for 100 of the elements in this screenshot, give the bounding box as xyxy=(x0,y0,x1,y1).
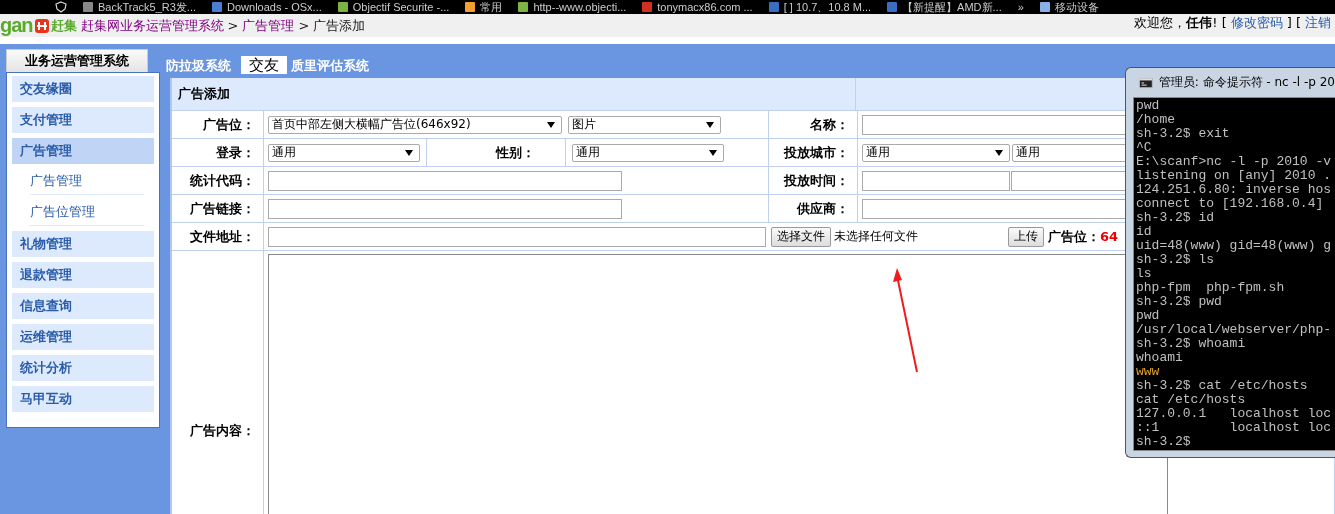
dropdown[interactable]: 通用 xyxy=(268,143,420,162)
console-line: sh-3.2$ ls xyxy=(1136,253,1215,267)
input-field[interactable] xyxy=(862,170,1010,191)
field-label: 投放城市： xyxy=(784,143,849,162)
breadcrumb-link[interactable]: 广告管理 xyxy=(242,16,295,35)
console-line: connect to [192.168.0.4] xyxy=(1136,197,1325,211)
sidebar-item[interactable]: 马甲互动 xyxy=(12,386,154,412)
field-label: 广告位： xyxy=(1048,227,1100,246)
form-title: 广告添加 xyxy=(172,78,856,110)
input-field[interactable] xyxy=(268,198,622,219)
bookmark-link[interactable]: 常用 xyxy=(465,0,503,15)
field-label: 性别： xyxy=(426,139,566,166)
bookmark-link[interactable]: » xyxy=(1017,1,1024,13)
sidebar-item[interactable]: 运维管理 xyxy=(12,324,154,350)
user-bar-text: ] [ xyxy=(1286,15,1301,30)
console-line: ls xyxy=(1136,267,1153,281)
console-line: sh-3.2$ pwd xyxy=(1136,295,1223,309)
field-label: 登录： xyxy=(216,143,255,162)
bookmark-link[interactable]: Downloads - OSx... xyxy=(212,1,322,13)
user-name: 任伟 xyxy=(1186,15,1213,30)
user-bar-text: 欢迎您， xyxy=(1134,15,1187,30)
sidebar-item[interactable]: 礼物管理 xyxy=(12,231,154,257)
sidebar-item[interactable]: 广告管理 xyxy=(12,138,154,164)
position-code: 64 xyxy=(1100,229,1119,244)
bookmark-icon xyxy=(642,2,653,12)
console-line: sh-3.2$ id xyxy=(1136,211,1215,225)
user-bar-text: ! [ xyxy=(1212,15,1227,30)
ganji-logo: gan 赶集 xyxy=(0,14,78,37)
sidebar-item[interactable]: 支付管理 xyxy=(12,107,154,133)
top-tab[interactable]: 交友 xyxy=(241,56,287,74)
bookmark-icon xyxy=(212,2,222,12)
command-prompt-dialog[interactable] xyxy=(1125,67,1335,458)
system-tab[interactable]: 业务运营管理系统 xyxy=(6,49,148,72)
caret-icon xyxy=(405,149,413,156)
console-line: pwd xyxy=(1136,309,1161,323)
field-label: 广告位： xyxy=(203,115,255,134)
field-label: 名称： xyxy=(810,115,849,134)
sidebar-item[interactable]: 退款管理 xyxy=(12,262,154,288)
console-line: id xyxy=(1136,225,1153,239)
input-field[interactable] xyxy=(268,170,622,191)
user-link[interactable]: 修改密码 xyxy=(1230,15,1283,30)
console-line: sh-3.2$ exit xyxy=(1136,127,1231,141)
console-line: sh-3.2$ whoami xyxy=(1136,337,1247,351)
dropdown[interactable]: 通用 xyxy=(572,143,724,162)
console-line: 124.251.6.80: inverse hos xyxy=(1136,183,1333,197)
logo-mark-icon xyxy=(33,17,50,34)
breadcrumb-separator: > xyxy=(227,18,239,33)
console-line: /home xyxy=(1136,113,1176,127)
dropdown[interactable]: 通用 xyxy=(862,143,1010,162)
dropdown[interactable]: 图片 xyxy=(568,115,721,134)
bookmark-icon xyxy=(337,2,348,12)
sidebar-item[interactable]: 信息查询 xyxy=(12,293,154,319)
console-line: cat /etc/hosts xyxy=(1136,393,1247,407)
caret-icon xyxy=(995,149,1003,156)
sidebar-item[interactable]: 统计分析 xyxy=(12,355,154,381)
caret-icon xyxy=(706,121,714,128)
bookmark-icon xyxy=(83,2,93,12)
user-link[interactable]: 注销 xyxy=(1305,15,1331,30)
field-label: 统计代码： xyxy=(190,171,255,190)
bookmark-link[interactable]: [ ] 10.7、10.8 M... xyxy=(768,0,872,15)
input-field[interactable] xyxy=(268,226,766,247)
bookmark-icon xyxy=(518,2,529,12)
field-label: 广告内容： xyxy=(190,422,255,440)
console-line: /usr/local/webserver/php- xyxy=(1136,323,1333,337)
console-icon xyxy=(1139,76,1153,89)
console-line: pwd xyxy=(1136,99,1161,113)
bookmark-link[interactable]: BackTrack5_R3发... xyxy=(83,0,196,15)
console-line: ::1 localhost loc xyxy=(1136,421,1333,435)
console-line: sh-3.2$ cat /etc/hosts xyxy=(1136,379,1309,393)
bookmark-link[interactable]: Objectif Securite -... xyxy=(337,1,450,13)
sidebar-item[interactable]: 交友缘圈 xyxy=(12,76,154,102)
field-label: 文件地址： xyxy=(190,227,255,246)
console-line: ^C xyxy=(1136,141,1153,155)
sidebar-subitem[interactable]: 广告管理 xyxy=(30,169,144,195)
bookmark-icon xyxy=(1039,2,1050,12)
caret-icon xyxy=(547,121,555,128)
dropdown[interactable]: 首页中部左侧大横幅广告位(646x92) xyxy=(268,115,562,134)
caret-icon xyxy=(709,149,717,156)
bookmark-link[interactable]: tonymacx86.com ... xyxy=(642,1,753,13)
form-button[interactable]: 上传 xyxy=(1008,226,1044,247)
bookmark-icon xyxy=(465,2,476,12)
console-line: whoami xyxy=(1136,351,1184,365)
form-button[interactable]: 选择文件 xyxy=(771,226,831,247)
bookmark-link[interactable]: 移动设备 xyxy=(1039,0,1099,15)
window-title: 管理员: 命令提示符 - nc -l -p 20 xyxy=(1158,74,1335,91)
breadcrumb-current: 广告添加 xyxy=(313,16,366,35)
console-line: php-fpm php-fpm.sh xyxy=(1136,281,1286,295)
field-label: 广告链接： xyxy=(190,199,255,218)
bookmark-icon xyxy=(887,2,898,12)
field-label: 供应商： xyxy=(797,199,849,218)
shield-icon xyxy=(55,1,67,13)
bookmark-link[interactable]: http--www.objecti... xyxy=(518,1,627,13)
bookmark-link[interactable]: 【新提醒】AMD新... xyxy=(887,0,1002,15)
console-line: 127.0.0.1 localhost loc xyxy=(1136,407,1333,421)
console-line: uid=48(www) gid=48(www) g xyxy=(1136,239,1333,253)
bookmark-icon xyxy=(768,2,779,12)
breadcrumb-link[interactable]: 赶集网业务运营管理系统 xyxy=(80,16,224,35)
sidebar-subitem[interactable]: 广告位管理 xyxy=(30,200,144,226)
file-status-text: 未选择任何文件 xyxy=(834,228,919,245)
console-line: sh-3.2$ xyxy=(1136,435,1192,449)
